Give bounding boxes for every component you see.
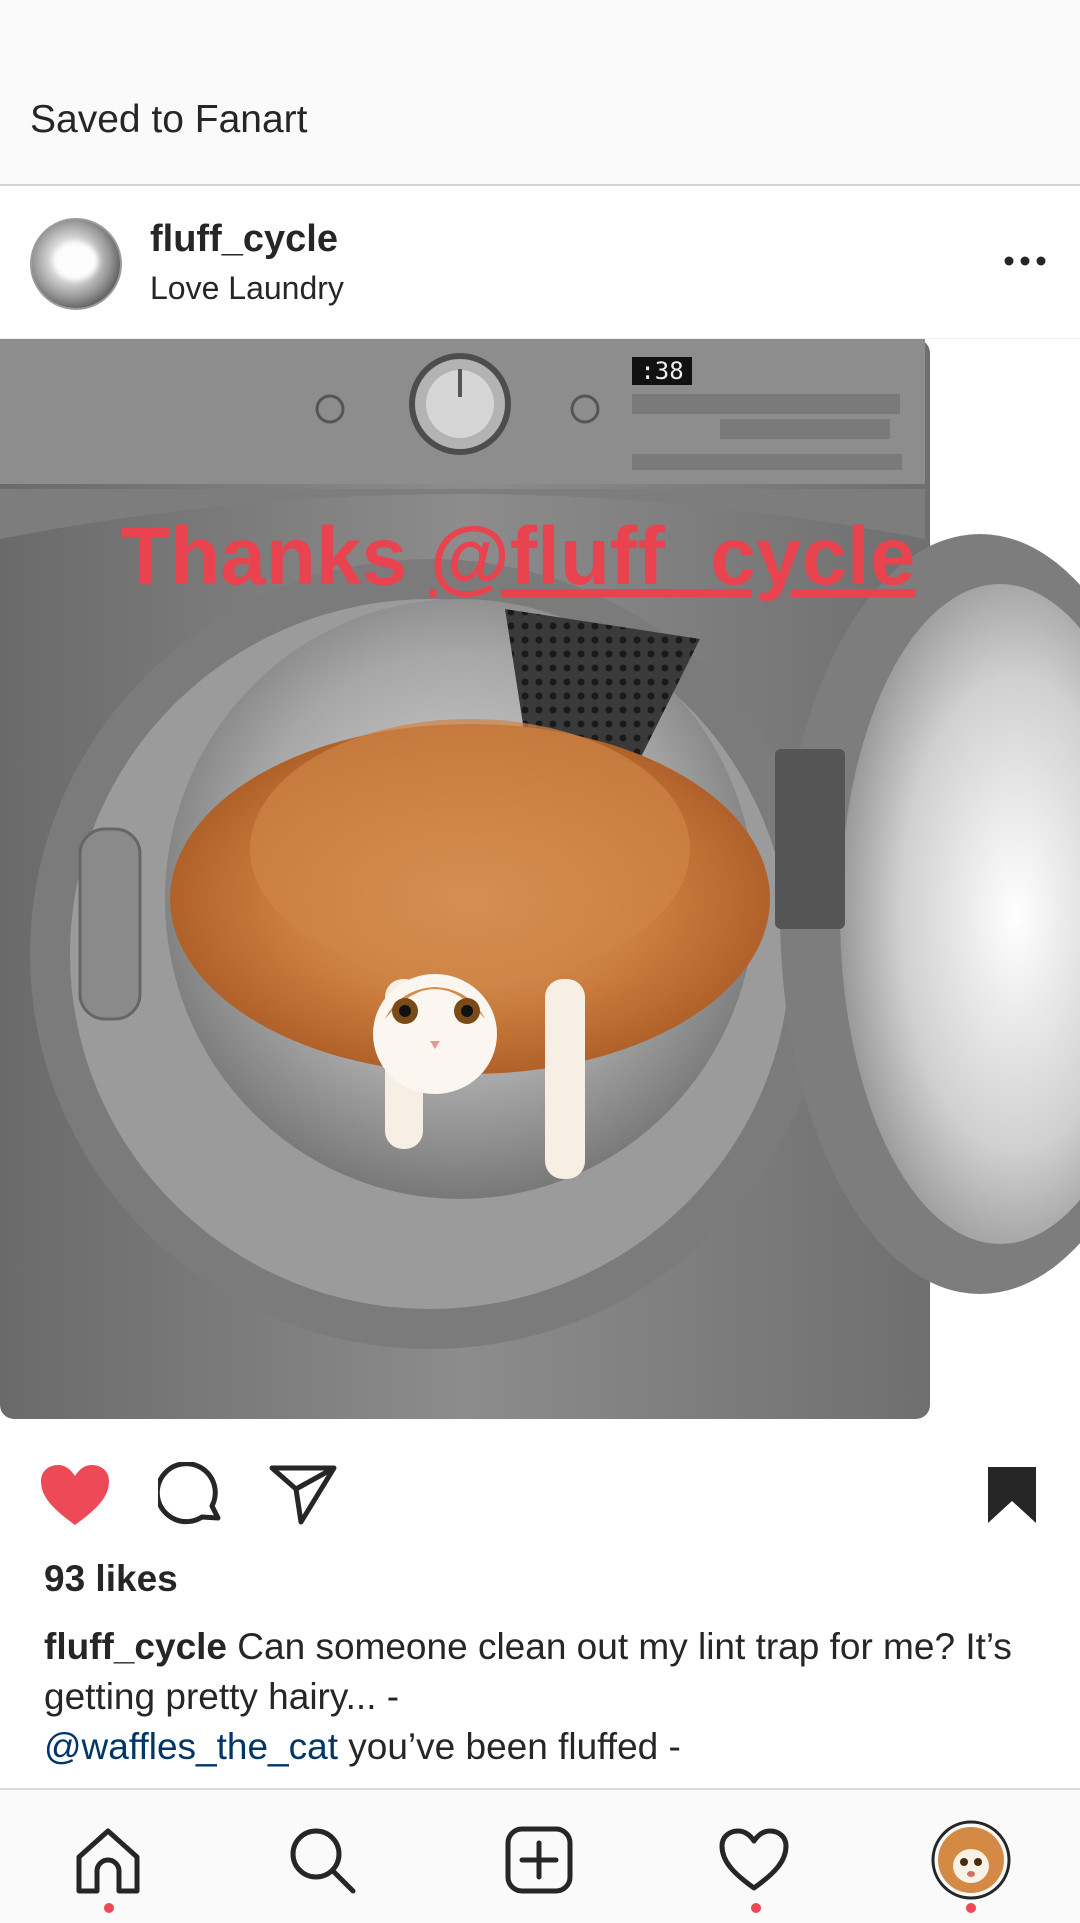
profile-avatar <box>931 1820 1011 1900</box>
more-horizontal-icon <box>1004 256 1046 266</box>
search-icon <box>290 1828 356 1894</box>
dryer-display: :38 <box>640 357 683 385</box>
post-location[interactable]: Love Laundry <box>150 270 344 307</box>
overlay-text-plain: Thanks <box>120 511 430 602</box>
heart-filled-icon <box>41 1465 109 1525</box>
save-button[interactable] <box>976 1456 1048 1534</box>
overlay-text: Thanks @fluff_cycle <box>120 511 915 602</box>
nav-profile[interactable] <box>931 1820 1011 1900</box>
caption-mention[interactable]: @waffles_the_cat <box>44 1726 338 1767</box>
nav-home-indicator <box>104 1903 114 1913</box>
caption-username[interactable]: fluff_cycle <box>44 1626 227 1667</box>
page-title: Saved to Fanart <box>30 98 308 141</box>
caption-text-2: you’ve been fluffed - <box>338 1726 681 1767</box>
comment-button[interactable] <box>152 1456 230 1534</box>
paper-plane-icon <box>269 1465 337 1525</box>
likes-count[interactable]: 93 likes <box>44 1558 178 1600</box>
dryer-cat-illustration: :38 Thanks @fluff_cycle <box>0 339 1080 1419</box>
nav-activity-indicator <box>751 1903 761 1913</box>
nav-new-post[interactable] <box>499 1820 579 1900</box>
nav-activity[interactable] <box>714 1820 794 1900</box>
comment-icon <box>158 1462 221 1525</box>
like-button[interactable] <box>36 1456 114 1534</box>
post-author-username[interactable]: fluff_cycle <box>150 218 338 261</box>
add-post-icon <box>505 1826 573 1894</box>
nav-home[interactable] <box>68 1820 148 1900</box>
post-image[interactable]: :38 Thanks @fluff_cycle <box>0 339 1080 1419</box>
bookmark-filled-icon <box>988 1467 1036 1523</box>
post-header: fluff_cycle Love Laundry <box>0 186 1080 339</box>
post-actions <box>0 1420 1080 1560</box>
post-caption: fluff_cycle Can someone clean out my lin… <box>44 1622 1044 1772</box>
more-options-button[interactable] <box>1000 236 1050 286</box>
overlay-text-link: @fluff_cycle <box>430 511 916 602</box>
top-bar: Saved to Fanart <box>0 0 1080 186</box>
nav-profile-indicator <box>966 1903 976 1913</box>
post-author-avatar[interactable] <box>30 218 122 310</box>
home-icon <box>76 1828 140 1894</box>
nav-search[interactable] <box>282 1820 362 1900</box>
share-button[interactable] <box>264 1456 342 1534</box>
bottom-navigation <box>0 1788 1080 1923</box>
activity-heart-icon <box>719 1828 789 1891</box>
